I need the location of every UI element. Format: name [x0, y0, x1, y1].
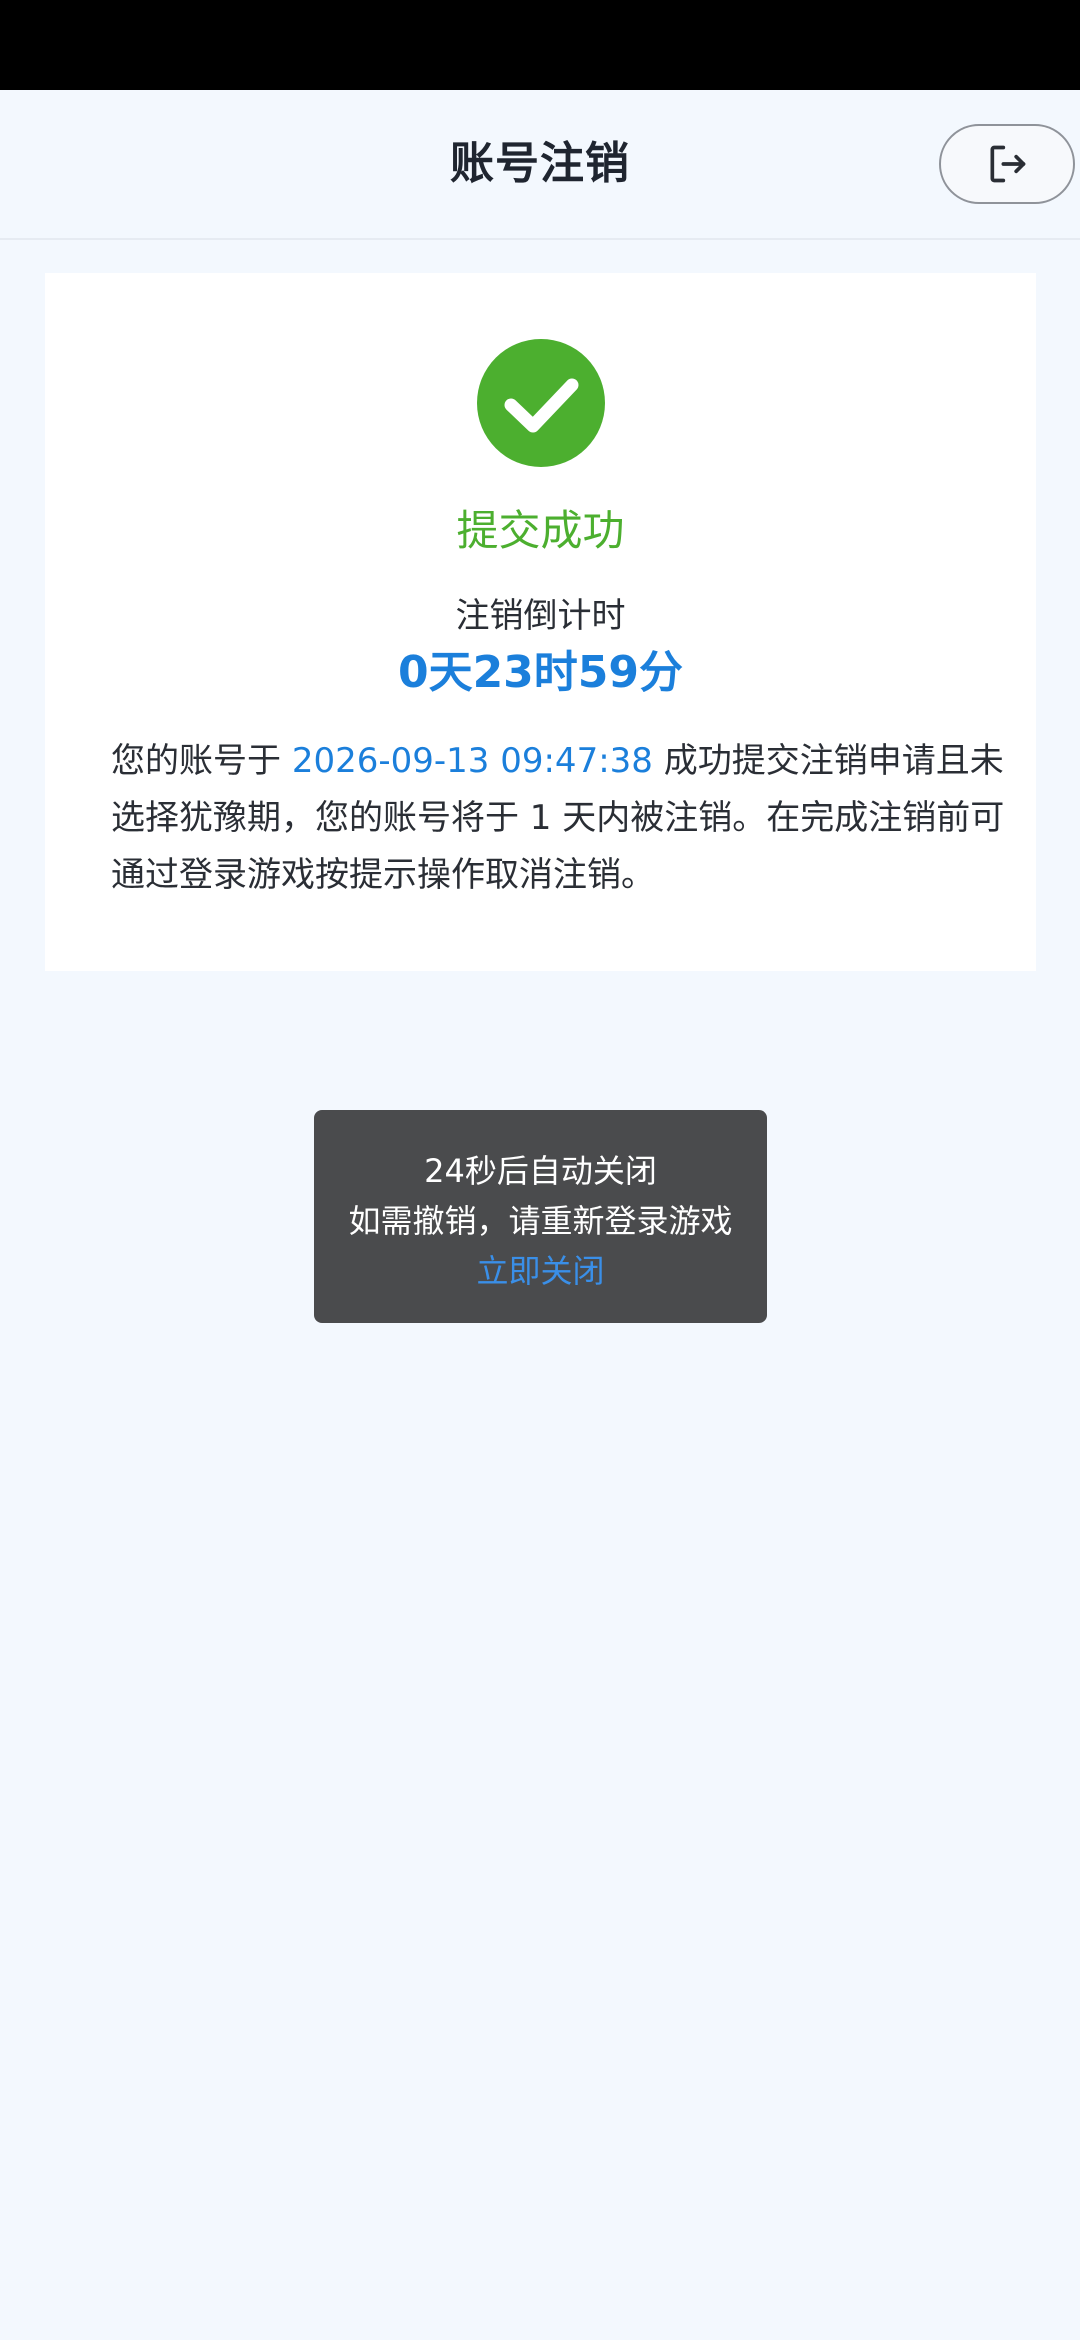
check-circle-icon — [477, 339, 605, 467]
header: 账号注销 — [0, 90, 1080, 240]
description-part1: 您的账号于 — [111, 741, 292, 781]
submission-timestamp: 2026-09-13 09:47:38 — [291, 741, 653, 781]
status-bar — [0, 0, 1080, 90]
toast: 24秒后自动关闭 如需撤销，请重新登录游戏 立即关闭 — [314, 1110, 767, 1323]
description-text: 您的账号于 2026-09-13 09:47:38 成功提交注销申请且未选择犹豫… — [111, 733, 1011, 904]
countdown-label: 注销倒计时 — [455, 596, 626, 636]
page-title: 账号注销 — [450, 138, 630, 189]
toast-hint-text: 如需撤销，请重新登录游戏 — [348, 1202, 733, 1240]
success-title: 提交成功 — [456, 506, 625, 555]
logout-icon — [990, 145, 1026, 183]
toast-auto-close-text: 24秒后自动关闭 — [424, 1152, 657, 1190]
close-now-link[interactable]: 立即关闭 — [314, 1246, 767, 1296]
logout-button[interactable] — [939, 124, 1075, 204]
result-card: 提交成功 注销倒计时 0天23时59分 您的账号于 2026-09-13 09:… — [45, 273, 1036, 971]
countdown-value: 0天23时59分 — [397, 647, 684, 698]
